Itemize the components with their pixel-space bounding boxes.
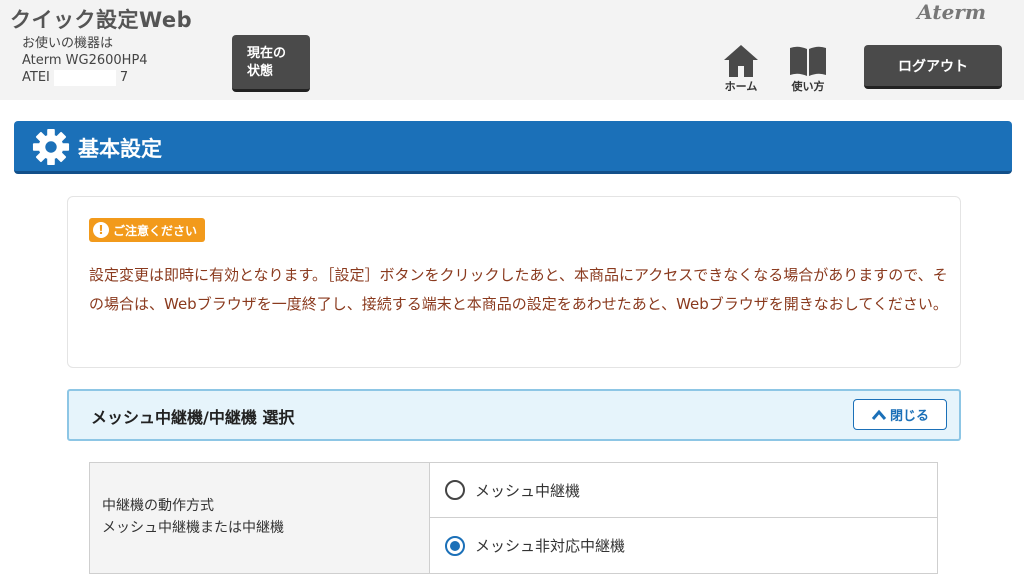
device-id-prefix: ATEI — [22, 70, 50, 85]
exclamation-icon: ! — [93, 222, 109, 238]
page-title: 基本設定 — [78, 137, 162, 161]
radio-mesh-repeater[interactable] — [445, 480, 465, 500]
header: クイック設定Web Aterm お使いの機器は Aterm WG2600HP4 … — [0, 0, 1024, 100]
home-icon — [724, 45, 758, 77]
nav-help[interactable]: 使い方 — [785, 44, 831, 94]
panel-title: メッシュ中継機/中継機 選択 — [91, 408, 295, 427]
option-non-mesh-repeater[interactable]: メッシュ非対応中継機 — [430, 518, 937, 573]
chevron-up-icon — [871, 409, 887, 420]
panel-header: メッシュ中継機/中継機 選択 閉じる — [67, 389, 961, 441]
close-panel-button[interactable]: 閉じる — [853, 399, 947, 430]
notice-text: 設定変更は即時に有効となります。［設定］ボタンをクリックしたあと、本商品にアクセ… — [89, 266, 948, 313]
app-title: クイック設定Web — [10, 8, 193, 32]
nav-home[interactable]: ホーム — [718, 44, 764, 94]
device-id-suffix: 7 — [119, 70, 129, 85]
setting-label-line1: 中継機の動作方式 — [102, 498, 214, 514]
section-banner: 基本設定 — [14, 121, 1012, 174]
close-panel-label: 閉じる — [889, 409, 929, 424]
caution-badge-label: ご注意ください — [113, 223, 198, 238]
current-status-button[interactable]: 現在の 状態 — [232, 35, 310, 92]
option-mesh-repeater[interactable]: メッシュ中継機 — [430, 463, 937, 518]
option-label: メッシュ中継機 — [475, 481, 581, 500]
book-icon — [790, 46, 826, 76]
logout-button[interactable]: ログアウト — [864, 45, 1002, 89]
settings-table: 中継機の動作方式 メッシュ中継機または中継機 メッシュ中継機 メッシュ非対応中継… — [89, 462, 938, 574]
brand-logo: Aterm — [917, 0, 986, 24]
device-model: Aterm WG2600HP4 — [22, 53, 148, 68]
device-id: ATEI 7 — [22, 69, 148, 86]
caution-badge: ! ご注意ください — [89, 218, 206, 242]
gear-icon — [32, 128, 70, 166]
masked-area — [53, 69, 116, 86]
nav-help-label: 使い方 — [791, 80, 825, 93]
setting-label-line2: メッシュ中継機または中継機 — [102, 520, 284, 536]
notice-box: ! ご注意ください 設定変更は即時に有効となります。［設定］ボタンをクリックした… — [67, 196, 961, 368]
option-label: メッシュ非対応中継機 — [475, 537, 626, 555]
nav-home-label: ホーム — [724, 80, 758, 93]
device-label: お使いの機器は — [22, 36, 114, 51]
radio-non-mesh-repeater[interactable] — [445, 535, 465, 556]
setting-label: 中継機の動作方式 メッシュ中継機または中継機 — [90, 463, 430, 573]
device-info: お使いの機器は Aterm WG2600HP4 ATEI 7 — [22, 35, 148, 86]
